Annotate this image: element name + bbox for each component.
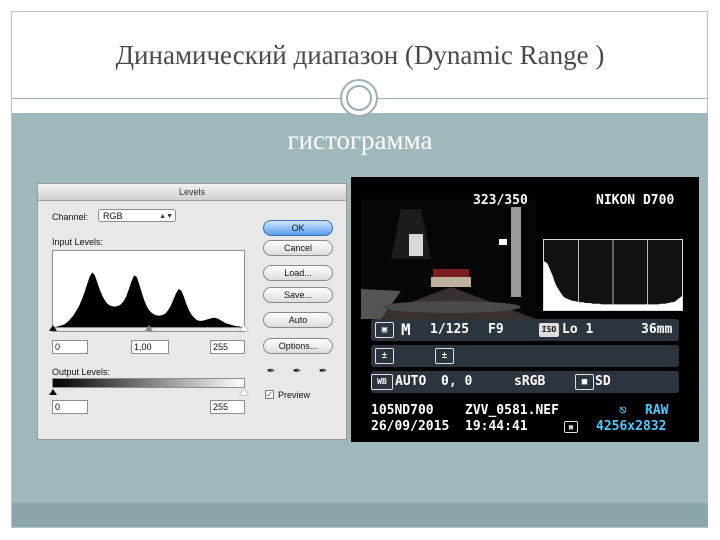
exposure-compensation-icon: ±: [375, 348, 394, 364]
slide-subtitle: гистограмма: [287, 125, 433, 155]
input-gamma-slider[interactable]: [145, 325, 153, 331]
cancel-button[interactable]: Cancel: [263, 240, 333, 256]
ok-button[interactable]: OK: [263, 220, 333, 236]
quality-icon: ⎋: [619, 403, 627, 418]
save-button[interactable]: Save...: [263, 287, 333, 303]
capture-date: 26/09/2015: [371, 419, 450, 434]
input-levels-label: Input Levels:: [52, 237, 104, 247]
camera-histogram: [543, 239, 683, 311]
levels-titlebar: Levels: [38, 184, 346, 201]
compensation-row: [371, 345, 679, 367]
output-levels-label: Output Levels:: [52, 367, 111, 377]
preview-label: Preview: [278, 390, 311, 400]
load-button[interactable]: Load...: [263, 265, 333, 281]
white-balance-adjust: 0, 0: [441, 374, 473, 389]
camera-lcd: 323/350 NIKON D700 ▣ M 1/125 F9 ISO Lo 1…: [351, 177, 699, 442]
image-resolution: 4256x2832: [596, 419, 667, 434]
input-white-field[interactable]: 255: [210, 340, 245, 354]
focal-length: 36mm: [641, 322, 673, 337]
output-black-field[interactable]: 0: [52, 400, 88, 414]
output-white-slider[interactable]: [240, 389, 248, 395]
gray-eyedropper-icon[interactable]: ✒: [290, 365, 304, 379]
channel-label: Channel:: [52, 212, 89, 222]
white-eyedropper-icon[interactable]: ✒: [316, 365, 330, 379]
input-black-field[interactable]: 0: [52, 340, 88, 354]
footer-band: [12, 503, 708, 527]
select-arrows-icon: ▲▼: [159, 213, 173, 220]
card-slot-icon: ▦: [564, 421, 578, 433]
levels-dialog: Levels Channel: RGB ▲▼ Input Levels: 0 1…: [37, 183, 347, 440]
exposure-row: [371, 319, 679, 341]
decorative-ring-icon: [340, 79, 378, 117]
output-gradient-bar: [52, 378, 245, 388]
preview-checkbox[interactable]: ✓: [265, 390, 274, 399]
input-black-slider[interactable]: [49, 325, 57, 331]
flash-compensation-icon: ±: [435, 348, 454, 364]
image-quality: RAW: [645, 403, 669, 418]
file-name: ZVV_0581.NEF: [465, 403, 559, 418]
aperture: F9: [488, 322, 504, 337]
input-white-slider[interactable]: [240, 325, 248, 331]
iso-value: Lo 1: [562, 322, 594, 337]
iso-label: ISO: [539, 323, 559, 337]
output-white-field[interactable]: 255: [210, 400, 245, 414]
auto-button[interactable]: Auto: [263, 312, 333, 328]
levels-histogram: [52, 250, 245, 328]
shutter-speed: 1/125: [430, 322, 470, 337]
output-black-slider[interactable]: [49, 389, 57, 395]
capture-time: 19:44:41: [465, 419, 528, 434]
channel-value: RGB: [103, 211, 123, 221]
picture-control-icon: ■: [575, 374, 594, 390]
folder-name: 105ND700: [371, 403, 434, 418]
camera-model: NIKON D700: [596, 193, 675, 208]
input-gamma-field[interactable]: 1,00: [131, 340, 169, 354]
options-button[interactable]: Options...: [263, 338, 333, 354]
levels-histogram-shape: [53, 272, 244, 327]
exposure-mode: M: [401, 320, 411, 339]
matrix-metering-icon: ▣: [375, 322, 394, 338]
white-balance-value: AUTO: [395, 374, 427, 389]
frame-counter: 323/350: [473, 193, 528, 208]
input-slider-track[interactable]: [52, 331, 245, 332]
channel-select[interactable]: RGB ▲▼: [98, 209, 176, 222]
camera-photo-thumbnail: [361, 199, 536, 319]
picture-control: SD: [595, 374, 611, 389]
black-eyedropper-icon[interactable]: ✒: [264, 365, 278, 379]
color-space: sRGB: [514, 374, 546, 389]
slide-title: Динамический диапазон (Dynamic Range ): [115, 40, 605, 70]
white-balance-label: WB: [371, 374, 393, 390]
